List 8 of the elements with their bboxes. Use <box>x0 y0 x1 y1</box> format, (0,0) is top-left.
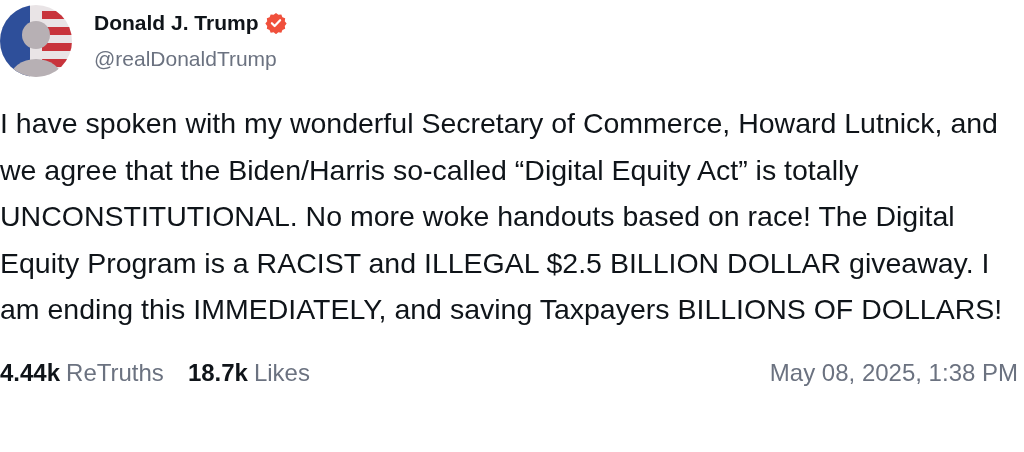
author-name[interactable]: Donald J. Trump <box>94 11 259 35</box>
post-text: I have spoken with my wonderful Secretary of Commerce, Howard Lutnick, and we agree that the Biden/Harris so-called “Digital Equity Act” is totally UNCONSTITUTIONAL. No more woke handouts based on race! The Digital Equity Program is a RACIST and ILLEGAL $2.5 BILLION DOLLAR giveaway. I am ending this IMMEDIATELY, and saving Taxpayers BILLIONS OF DOLLARS! <box>0 106 1004 327</box>
stat-count[interactable]: 18.7k <box>187 358 248 387</box>
post-timestamp: May 08, 2025, 1:38 PM <box>769 358 1018 387</box>
stat-label[interactable]: Likes <box>253 358 310 387</box>
stat-label[interactable]: ReTruths <box>66 358 164 387</box>
author-handle[interactable]: @realDonaldTrump <box>94 47 287 71</box>
stat-count[interactable]: 4.44k <box>0 358 61 387</box>
